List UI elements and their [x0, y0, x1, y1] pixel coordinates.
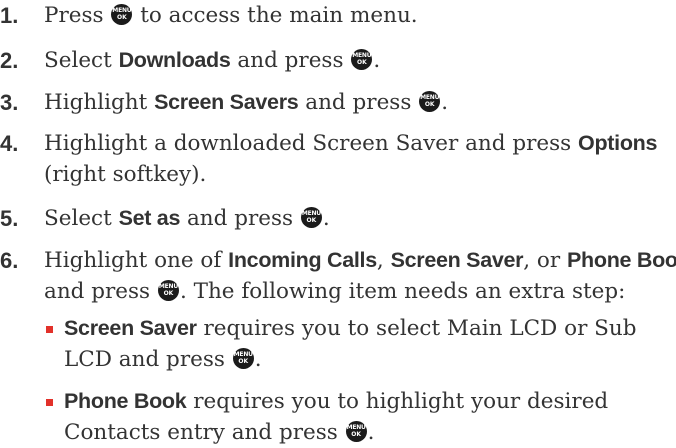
menu-ok-key-icon: MENU OK — [157, 280, 179, 301]
menu-option-label: Phone Book — [64, 389, 187, 413]
step-text: and press — [186, 206, 294, 231]
menu-ok-key-icon: MENU OK — [111, 4, 133, 25]
bullet-icon — [46, 326, 53, 333]
step-text: . — [441, 90, 449, 115]
step-3: 3. Highlight Screen Savers and press MEN… — [0, 87, 676, 118]
step-text: (right softkey). — [44, 162, 207, 187]
step-number: 6. — [0, 248, 19, 273]
sub-step-1: Screen Saver requires you to select Main… — [44, 313, 664, 375]
step-text: Highlight one of — [44, 248, 222, 273]
step-number: 2. — [0, 48, 19, 73]
step-text: Highlight — [44, 90, 148, 115]
step-text: Press — [44, 3, 104, 28]
step-6: 6. Highlight one of Incoming Calls, Scre… — [0, 245, 676, 448]
step-text: , — [376, 248, 384, 273]
step-text: to access the main menu. — [140, 3, 418, 28]
step-number: 5. — [0, 206, 19, 231]
step-text: . — [254, 347, 262, 372]
step-text: , or — [523, 248, 561, 273]
step-text: Highlight a downloaded Screen Saver and … — [44, 131, 572, 156]
step-text: . — [373, 48, 381, 73]
step-text: and press — [305, 90, 412, 115]
step-text: Select — [44, 48, 112, 73]
bullet-icon — [46, 399, 53, 406]
menu-option-label: Options — [578, 131, 658, 155]
step-5: 5. Select Set as and press MENU OK. — [0, 203, 676, 234]
menu-ok-key-icon: MENU OK — [351, 49, 373, 70]
menu-option-label: Downloads — [118, 48, 231, 72]
menu-ok-key-icon: MENU OK — [345, 421, 367, 442]
menu-ok-key-icon: MENU OK — [300, 207, 322, 228]
step-number: 4. — [0, 131, 19, 156]
step-text: Select — [44, 206, 112, 231]
step-text: and press — [44, 279, 151, 304]
menu-option-label: Set as — [118, 206, 181, 230]
sub-step-list: Screen Saver requires you to select Main… — [44, 313, 676, 448]
menu-ok-key-icon: MENU OK — [232, 348, 254, 369]
step-4: 4. Highlight a downloaded Screen Saver a… — [0, 128, 664, 190]
sub-step-2: Phone Book requires you to highlight you… — [44, 386, 664, 448]
menu-option-label: Screen Savers — [154, 90, 299, 114]
menu-option-label: Screen Saver — [64, 316, 197, 340]
menu-option-label: Screen Saver — [390, 248, 524, 272]
step-1: 1. Press MENU OK to access the main menu. — [0, 0, 676, 31]
menu-option-label: Incoming Calls — [228, 248, 377, 272]
step-text: . The following item needs an extra step… — [179, 279, 626, 304]
step-text: . — [322, 206, 330, 231]
step-number: 3. — [0, 90, 19, 115]
menu-option-label: Phone Book — [566, 248, 676, 272]
step-2: 2. Select Downloads and press MENU OK. — [0, 45, 676, 76]
step-text: . — [367, 420, 375, 445]
step-text: and press — [237, 48, 344, 73]
step-number: 1. — [0, 3, 19, 28]
menu-ok-key-icon: MENU OK — [419, 91, 441, 112]
